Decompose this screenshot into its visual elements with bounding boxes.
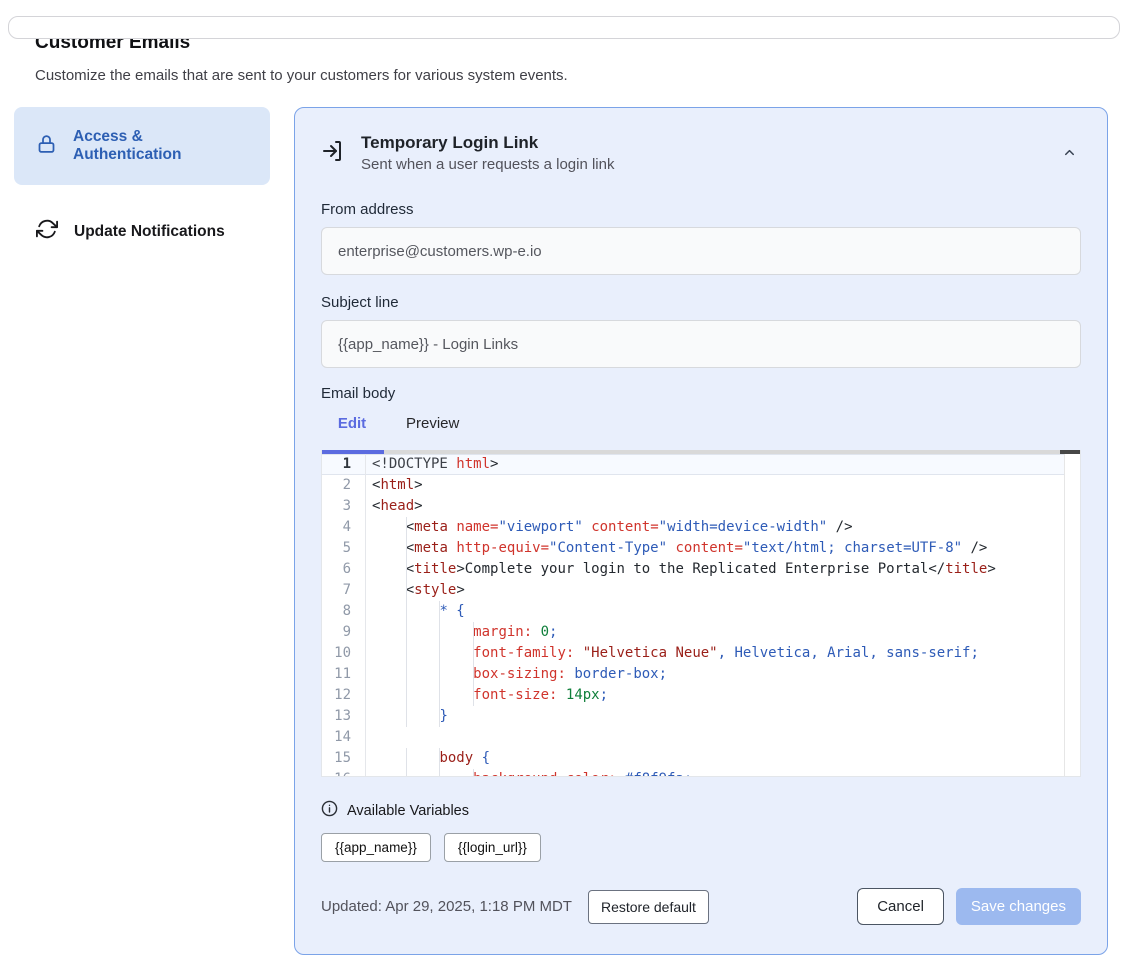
line-number: 4 <box>322 517 366 538</box>
code-line[interactable]: 9 margin: 0; <box>322 622 1080 643</box>
line-number: 12 <box>322 685 366 706</box>
line-number: 2 <box>322 475 366 496</box>
panel-title: Temporary Login Link <box>361 132 614 153</box>
line-number: 11 <box>322 664 366 685</box>
line-number: 1 <box>322 454 366 475</box>
code-line[interactable]: 2<html> <box>322 475 1080 496</box>
line-number: 16 <box>322 769 366 777</box>
code-text: <title>Complete your login to the Replic… <box>366 559 1080 580</box>
line-number: 3 <box>322 496 366 517</box>
email-body-tabs: Edit Preview <box>321 414 1081 450</box>
variable-chip-login-url[interactable]: {{login_url}} <box>444 833 541 862</box>
code-line[interactable]: 16 background-color: #f8f9fa; <box>322 769 1080 777</box>
editor-vertical-scrollbar[interactable] <box>1064 454 1080 776</box>
variable-chip-app-name[interactable]: {{app_name}} <box>321 833 431 862</box>
sidebar: Access & Authentication Update Notificat… <box>14 107 270 261</box>
code-text: font-size: 14px; <box>366 685 1080 706</box>
from-address-label: From address <box>321 201 1081 218</box>
sidebar-item-update-notifications[interactable]: Update Notifications <box>14 202 270 261</box>
sidebar-item-access-authentication[interactable]: Access & Authentication <box>14 107 270 185</box>
line-number: 6 <box>322 559 366 580</box>
code-text: font-family: "Helvetica Neue", Helvetica… <box>366 643 1080 664</box>
from-address-input[interactable] <box>321 227 1081 275</box>
temporary-login-link-panel: Temporary Login Link Sent when a user re… <box>294 107 1108 955</box>
code-line[interactable]: 8 * { <box>322 601 1080 622</box>
panel-header: Temporary Login Link Sent when a user re… <box>321 132 1081 175</box>
code-line[interactable]: 1<!DOCTYPE html> <box>322 454 1080 475</box>
cancel-button[interactable]: Cancel <box>857 888 944 925</box>
code-line[interactable]: 4 <meta name="viewport" content="width=d… <box>322 517 1080 538</box>
code-line[interactable]: 12 font-size: 14px; <box>322 685 1080 706</box>
code-text: <meta name="viewport" content="width=dev… <box>366 517 1080 538</box>
email-body-label: Email body <box>321 385 1081 402</box>
code-text: box-sizing: border-box; <box>366 664 1080 685</box>
content-layout: Access & Authentication Update Notificat… <box>14 107 1128 955</box>
sidebar-item-label: Update Notifications <box>74 223 225 241</box>
sidebar-item-label: Access & Authentication <box>73 128 252 164</box>
line-number: 10 <box>322 643 366 664</box>
code-text: <!DOCTYPE html> <box>366 454 1080 475</box>
collapse-panel-button[interactable] <box>1058 141 1081 167</box>
code-text <box>366 727 1080 748</box>
code-line[interactable]: 7 <style> <box>322 580 1080 601</box>
tab-preview[interactable]: Preview <box>406 414 459 450</box>
panel-footer: Updated: Apr 29, 2025, 1:18 PM MDT Resto… <box>321 888 1081 925</box>
code-text: } <box>366 706 1080 727</box>
line-number: 15 <box>322 748 366 769</box>
code-text: <html> <box>366 475 1080 496</box>
code-line[interactable]: 3<head> <box>322 496 1080 517</box>
code-line[interactable]: 5 <meta http-equiv="Content-Type" conten… <box>322 538 1080 559</box>
subject-line-label: Subject line <box>321 294 1081 311</box>
log-in-icon <box>321 139 345 168</box>
code-line[interactable]: 13 } <box>322 706 1080 727</box>
line-number: 13 <box>322 706 366 727</box>
code-line[interactable]: 14 <box>322 727 1080 748</box>
restore-default-button[interactable]: Restore default <box>588 890 709 924</box>
code-line[interactable]: 10 font-family: "Helvetica Neue", Helvet… <box>322 643 1080 664</box>
code-text: <style> <box>366 580 1080 601</box>
code-lines: 1<!DOCTYPE html>2<html>3<head>4 <meta na… <box>322 454 1080 777</box>
available-variables-label: Available Variables <box>347 803 469 819</box>
previous-card-bottom-edge <box>8 16 1120 39</box>
email-body-code-editor[interactable]: 1<!DOCTYPE html>2<html>3<head>4 <meta na… <box>321 450 1081 777</box>
code-text: * { <box>366 601 1080 622</box>
code-line[interactable]: 11 box-sizing: border-box; <box>322 664 1080 685</box>
tab-edit[interactable]: Edit <box>321 414 383 450</box>
variable-chips: {{app_name}} {{login_url}} <box>321 833 1081 862</box>
subject-line-input[interactable] <box>321 320 1081 368</box>
line-number: 7 <box>322 580 366 601</box>
line-number: 5 <box>322 538 366 559</box>
available-variables-header: Available Variables <box>321 800 1081 821</box>
save-changes-button[interactable]: Save changes <box>956 888 1081 925</box>
code-text: margin: 0; <box>366 622 1080 643</box>
panel-subtitle: Sent when a user requests a login link <box>361 156 614 175</box>
updated-timestamp: Updated: Apr 29, 2025, 1:18 PM MDT <box>321 898 572 915</box>
line-number: 14 <box>322 727 366 748</box>
page-subtitle: Customize the emails that are sent to yo… <box>35 67 1128 84</box>
code-line[interactable]: 6 <title>Complete your login to the Repl… <box>322 559 1080 580</box>
line-number: 9 <box>322 622 366 643</box>
code-line[interactable]: 15 body { <box>322 748 1080 769</box>
code-text: <head> <box>366 496 1080 517</box>
customer-emails-page: Customer Emails Customize the emails tha… <box>0 32 1128 980</box>
chevron-up-icon <box>1062 148 1077 163</box>
code-text: background-color: #f8f9fa; <box>366 769 1080 777</box>
info-icon <box>321 800 338 821</box>
code-text: body { <box>366 748 1080 769</box>
code-text: <meta http-equiv="Content-Type" content=… <box>366 538 1080 559</box>
refresh-icon <box>36 218 58 245</box>
lock-icon <box>36 133 57 160</box>
line-number: 8 <box>322 601 366 622</box>
panel-titles: Temporary Login Link Sent when a user re… <box>361 132 614 175</box>
